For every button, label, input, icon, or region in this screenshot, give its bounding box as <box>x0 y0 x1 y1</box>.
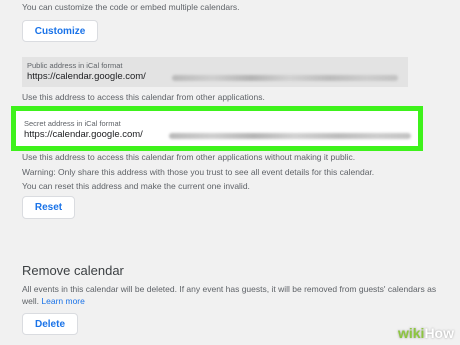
secret-ical-blurred-token <box>169 133 411 139</box>
watermark-wiki: wiki <box>397 325 425 341</box>
customize-button[interactable]: Customize <box>22 20 98 42</box>
wikihow-watermark: wikiHow <box>398 325 454 341</box>
public-ical-label: Public address in iCal format <box>27 61 123 70</box>
customize-intro-text: You can customize the code or embed mult… <box>22 2 240 12</box>
remove-calendar-description: All events in this calendar will be dele… <box>22 284 437 294</box>
public-ical-field[interactable]: Public address in iCal format https://ca… <box>22 57 408 87</box>
secret-ical-warning-text: Warning: Only share this address with th… <box>22 167 375 177</box>
secret-ical-url[interactable]: https://calendar.google.com/ <box>24 129 143 140</box>
watermark-how: How <box>424 325 454 341</box>
remove-calendar-description-line2: well. Learn more <box>22 296 85 306</box>
learn-more-link[interactable]: Learn more <box>41 296 84 306</box>
public-ical-help-text: Use this address to access this calendar… <box>22 92 265 102</box>
reset-info-text: You can reset this address and make the … <box>22 181 250 191</box>
remove-calendar-description-end: well. <box>22 296 40 306</box>
calendar-settings-page: You can customize the code or embed mult… <box>0 0 460 345</box>
remove-calendar-heading: Remove calendar <box>22 263 124 278</box>
secret-ical-label: Secret address in iCal format <box>24 119 121 128</box>
secret-ical-help-text: Use this address to access this calendar… <box>22 152 356 162</box>
public-ical-url: https://calendar.google.com/ <box>27 71 146 82</box>
public-ical-blurred-token <box>172 75 398 81</box>
secret-ical-highlight: Secret address in iCal format https://ca… <box>11 106 423 151</box>
reset-button[interactable]: Reset <box>22 196 75 219</box>
delete-button[interactable]: Delete <box>22 313 78 335</box>
